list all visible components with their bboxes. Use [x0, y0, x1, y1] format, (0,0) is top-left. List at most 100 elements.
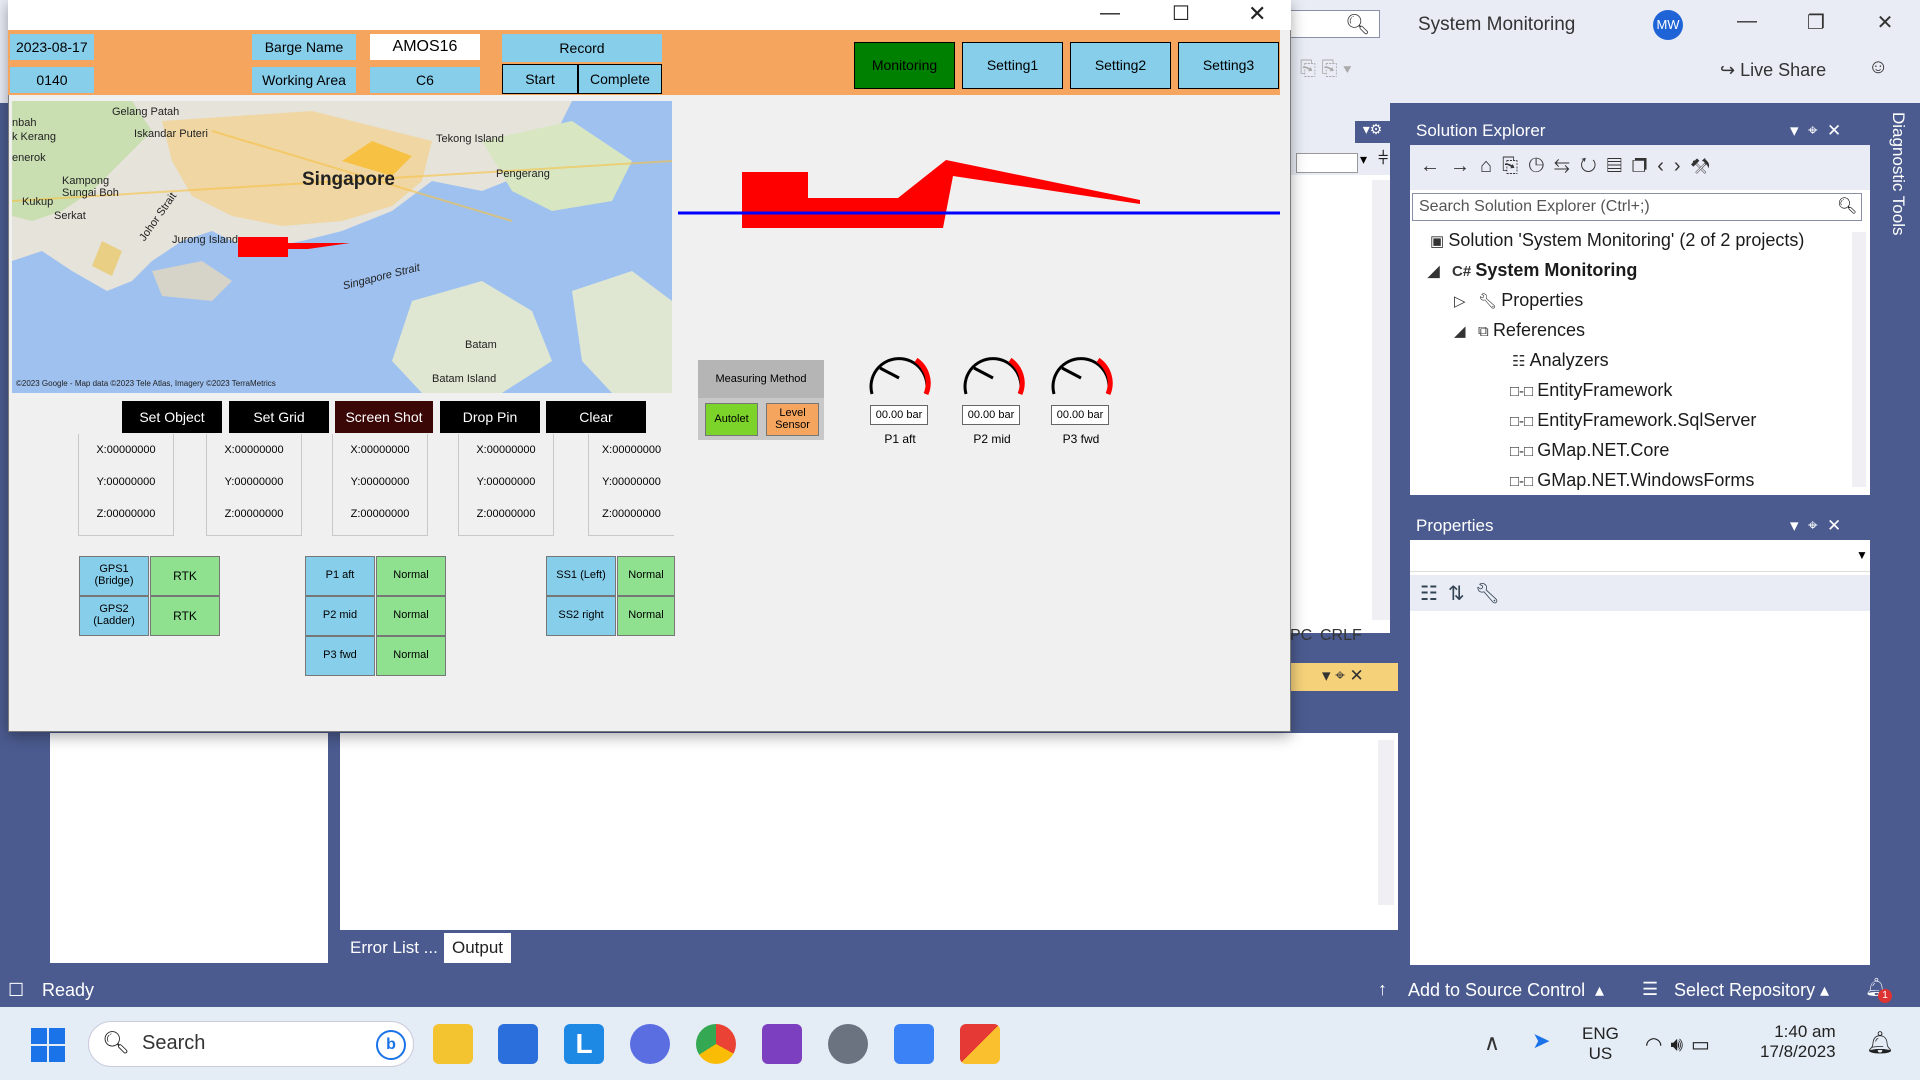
panel-menu-icon[interactable]: ▾ ⌖ ✕: [1322, 666, 1364, 686]
barge-name-value[interactable]: AMOS16: [370, 34, 480, 60]
restore-icon[interactable]: ❐: [1796, 10, 1836, 35]
screen-shot-button[interactable]: Screen Shot: [335, 401, 433, 433]
complete-button[interactable]: Complete: [578, 64, 662, 94]
gps1-status: RTK: [150, 556, 220, 596]
system-tray-icons[interactable]: ◠🔊︎▭: [1645, 1032, 1718, 1057]
map-label: nbah: [12, 117, 37, 129]
coord-box: X:00000000 Y:00000000 Z:00000000: [206, 434, 302, 536]
tree-item-project[interactable]: ◢ C# System Monitoring: [1428, 260, 1637, 281]
close-icon[interactable]: ✕: [1865, 10, 1905, 35]
app-a-icon[interactable]: [630, 1024, 670, 1064]
tree-item-analyzers[interactable]: ☷ Analyzers: [1512, 350, 1609, 371]
level-sensor-option[interactable]: Level Sensor: [766, 403, 819, 436]
coord-y: Y:00000000: [476, 476, 536, 488]
tree-item-references[interactable]: ◢ ⧉ References: [1454, 320, 1585, 341]
drop-pin-button[interactable]: Drop Pin: [440, 401, 540, 433]
bing-icon[interactable]: b: [376, 1030, 406, 1060]
tree-label: GMap.NET.Core: [1537, 440, 1670, 460]
gps2-status: RTK: [150, 596, 220, 636]
search-icon[interactable]: 🔍︎: [1837, 196, 1857, 216]
map-label: k Kerang: [12, 131, 57, 143]
editor-tools-icon[interactable]: ▾⚙: [1355, 121, 1390, 143]
maximize-icon[interactable]: ☐: [1172, 1, 1190, 26]
record-label: Record: [502, 34, 662, 62]
set-grid-button[interactable]: Set Grid: [229, 401, 329, 433]
tree-item-reference[interactable]: □-□ GMap.NET.WindowsForms: [1510, 470, 1754, 491]
tab-output[interactable]: Output: [444, 933, 512, 963]
tab-setting2[interactable]: Setting2: [1070, 42, 1171, 89]
close-icon[interactable]: ✕: [1248, 1, 1266, 27]
language-indicator[interactable]: ENG US: [1582, 1024, 1619, 1064]
properties-toolbar: ☷⇅🔧︎: [1410, 575, 1870, 611]
minimize-icon[interactable]: —: [1100, 2, 1120, 25]
notification-center-icon[interactable]: 🔔︎: [1866, 1030, 1894, 1056]
set-object-button[interactable]: Set Object: [122, 401, 222, 433]
map-view[interactable]: Gelang Patah Iskandar Puteri Singapore T…: [12, 101, 672, 393]
gauge-dial: [1051, 357, 1113, 395]
tree-label: Analyzers: [1529, 350, 1609, 370]
vs-window-title: System Monitoring: [1418, 14, 1576, 35]
tree-item-reference[interactable]: □-□ EntityFramework.SqlServer: [1510, 410, 1756, 431]
chevron-down-icon[interactable]: ▾: [1360, 151, 1367, 168]
live-share-button[interactable]: ↪ Live Share: [1720, 60, 1826, 81]
clock[interactable]: 1:40 am 17/8/2023: [1760, 1022, 1836, 1062]
map-label: Tekong Island: [436, 133, 504, 145]
coord-x: X:00000000: [476, 444, 536, 456]
windows-start-icon[interactable]: [30, 1027, 66, 1063]
tree-item-solution[interactable]: ▣ Solution 'System Monitoring' (2 of 2 p…: [1430, 230, 1804, 251]
system-monitoring-app-icon[interactable]: [960, 1024, 1000, 1064]
tab-error-list[interactable]: Error List ...: [342, 933, 446, 963]
start-button[interactable]: Start: [502, 64, 578, 94]
expand-icon: ◢: [1428, 263, 1453, 280]
minimize-icon[interactable]: —: [1727, 10, 1767, 33]
p3-gauge-label: P3 fwd: [1062, 432, 1100, 446]
avatar[interactable]: MW: [1653, 10, 1683, 40]
editor-dropdown[interactable]: [1296, 153, 1358, 173]
pin-toolbar-icon[interactable]: ⎘ ⎘ ▾: [1300, 58, 1352, 81]
visual-studio-icon[interactable]: [762, 1024, 802, 1064]
autolet-option[interactable]: Autolet: [705, 403, 758, 436]
chevron-up-icon[interactable]: ∧: [1484, 1030, 1500, 1056]
add-to-source-control[interactable]: Add to Source Control: [1408, 980, 1585, 1001]
diagnostic-tools-tab[interactable]: Diagnostic Tools: [1886, 112, 1908, 252]
live-share-icon: ↪: [1720, 60, 1741, 80]
taskbar-search[interactable]: [88, 1021, 414, 1067]
properties-object-select[interactable]: ▼: [1410, 542, 1870, 572]
output-scrollbar[interactable]: [1378, 740, 1394, 905]
solution-explorer-scrollbar[interactable]: [1852, 232, 1866, 487]
select-repository[interactable]: Select Repository: [1674, 980, 1815, 1001]
file-explorer-icon[interactable]: [433, 1024, 473, 1064]
coord-box: X:00000000 Y:00000000 Z:00000000: [458, 434, 554, 536]
tab-monitoring[interactable]: Monitoring: [854, 42, 955, 89]
p1-gauge-value: 00.00 bar: [870, 405, 928, 425]
split-icon[interactable]: ⫩: [1378, 148, 1388, 169]
tab-setting1[interactable]: Setting1: [962, 42, 1063, 89]
clock-date: 17/8/2023: [1760, 1042, 1836, 1061]
tab-setting3[interactable]: Setting3: [1178, 42, 1279, 89]
panel-menu-icon[interactable]: ▾ ⌖ ✕: [1790, 516, 1841, 536]
line-ending[interactable]: CRLF: [1320, 627, 1362, 645]
editor-scrollbar[interactable]: [1372, 180, 1390, 620]
search-icon[interactable]: 🔍︎: [1345, 12, 1370, 37]
settings-gear-icon[interactable]: [828, 1024, 868, 1064]
coord-z: Z:00000000: [224, 508, 284, 520]
location-icon[interactable]: ➤: [1532, 1028, 1550, 1054]
barge-name-label: Barge Name: [252, 34, 356, 60]
clear-button[interactable]: Clear: [546, 401, 646, 433]
language-code: ENG: [1582, 1024, 1619, 1043]
ss1-status: Normal: [617, 556, 675, 596]
panel-menu-icon[interactable]: ▾ ⌖ ✕: [1790, 121, 1841, 141]
tree-item-reference[interactable]: □-□ GMap.NET.Core: [1510, 440, 1669, 461]
properties-toolbar-icons[interactable]: ☷⇅🔧︎: [1420, 581, 1510, 606]
chrome-icon[interactable]: [696, 1024, 736, 1064]
tree-item-properties[interactable]: ▷ 🔧︎ Properties: [1454, 290, 1583, 311]
se-toolbar-icons[interactable]: ←→⌂⎘◷⇆↻▤❐‹›⚒: [1420, 155, 1720, 178]
working-area-value[interactable]: C6: [370, 67, 480, 93]
store-icon[interactable]: [498, 1024, 538, 1064]
map-label: Batam: [465, 339, 497, 351]
feedback-icon[interactable]: ☺: [1868, 56, 1888, 79]
notepad-icon[interactable]: [894, 1024, 934, 1064]
solution-explorer-search[interactable]: Search Solution Explorer (Ctrl+;): [1412, 193, 1862, 221]
tree-item-reference[interactable]: □-□ EntityFramework: [1510, 380, 1672, 401]
app-l-icon[interactable]: L: [564, 1024, 604, 1064]
